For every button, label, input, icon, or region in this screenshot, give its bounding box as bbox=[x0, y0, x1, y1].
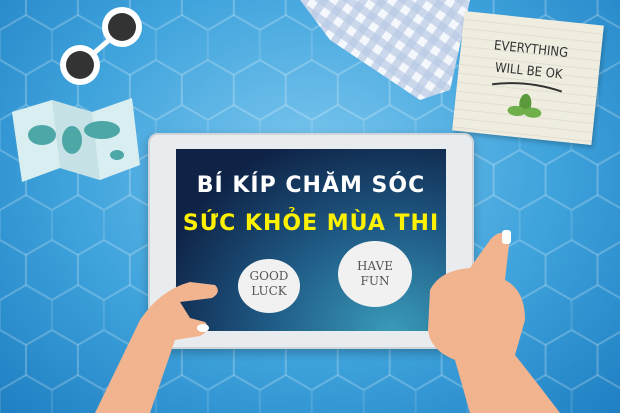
right-hand-thumbs-up bbox=[428, 232, 560, 413]
hands bbox=[95, 230, 560, 413]
left-hand bbox=[95, 282, 218, 413]
